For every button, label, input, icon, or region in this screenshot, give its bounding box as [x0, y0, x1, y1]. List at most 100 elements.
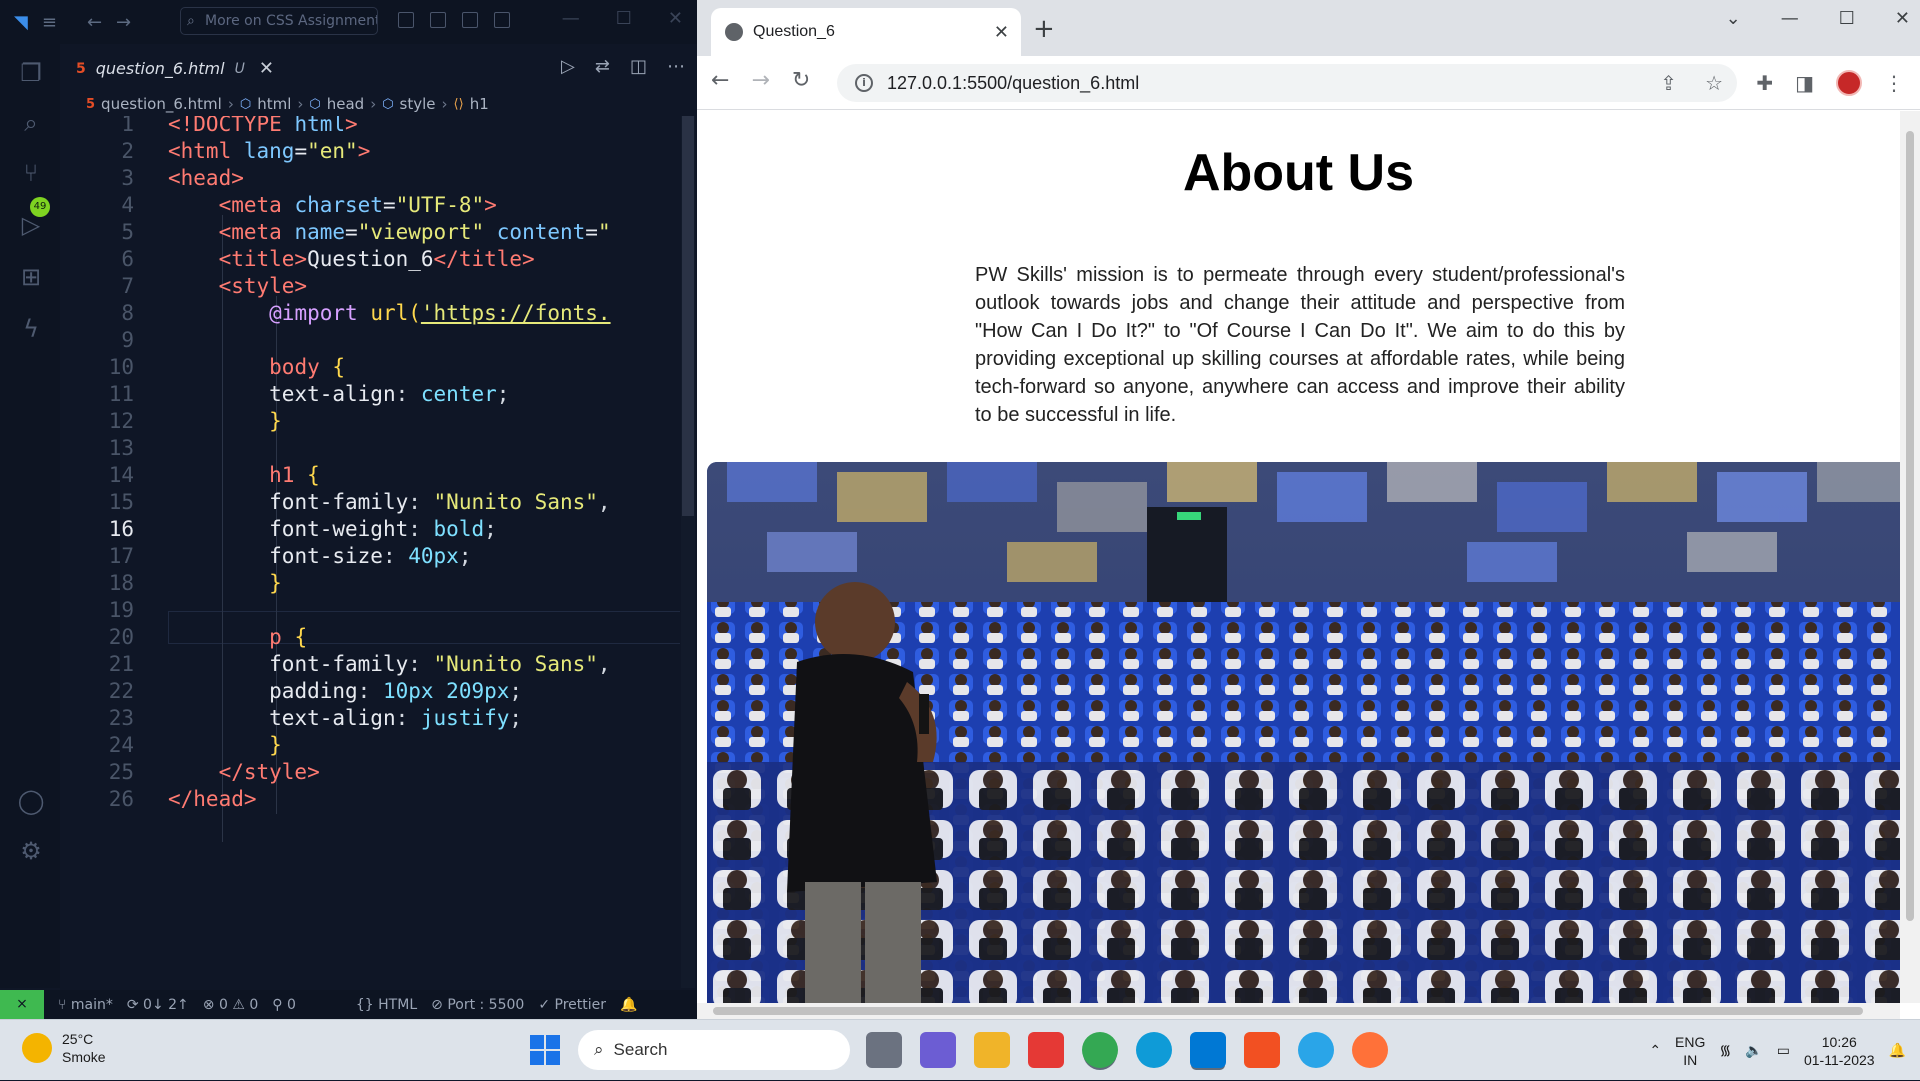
start-tile: [546, 1035, 560, 1049]
scrollbar-thumb[interactable]: [1906, 131, 1914, 921]
python-icon[interactable]: [1298, 1032, 1334, 1068]
notification-bell-icon[interactable]: 🔔: [1889, 1042, 1906, 1059]
weather-sun-icon: [22, 1033, 52, 1063]
explorer-icon[interactable]: ❐: [16, 58, 46, 88]
side-panel-icon[interactable]: ◨: [1795, 71, 1814, 95]
sync-status: 0↓ 2↑: [143, 996, 189, 1013]
more-actions-icon[interactable]: ⋯: [667, 56, 685, 77]
close-icon[interactable]: ✕: [668, 8, 683, 29]
branch-indicator[interactable]: ⑂ main*: [58, 997, 113, 1013]
code-editor[interactable]: 1 <!DOCTYPE html> 2 <html lang="en"> 3 <…: [60, 116, 680, 988]
chrome-window: Question_6 ✕ + ⌄ — ☐ ✕ ← → ↻ i 127.0.0.1…: [697, 0, 1920, 1019]
teams-chat-icon[interactable]: [920, 1032, 956, 1068]
tab-close-icon[interactable]: ✕: [259, 58, 274, 79]
scrollbar-thumb[interactable]: [682, 116, 694, 516]
close-icon[interactable]: ✕: [1895, 8, 1910, 29]
browser-tab[interactable]: Question_6 ✕: [711, 8, 1021, 56]
site-info-icon[interactable]: i: [855, 74, 873, 92]
breadcrumb-style[interactable]: style: [400, 95, 436, 113]
anydesk-icon[interactable]: [1028, 1032, 1064, 1068]
chevron-right-icon: ›: [441, 95, 448, 113]
clock[interactable]: 10:26 01-11-2023: [1804, 1033, 1875, 1069]
toggle-panel-icon[interactable]: [430, 12, 446, 28]
profile-avatar[interactable]: [1836, 70, 1862, 96]
compare-icon[interactable]: ⇄: [595, 56, 610, 77]
battery-icon[interactable]: ▭: [1777, 1042, 1790, 1059]
editor-tab[interactable]: 5 question_6.html U ✕: [60, 44, 274, 92]
language-mode[interactable]: {} HTML: [356, 997, 417, 1013]
close-tab-icon[interactable]: ✕: [994, 22, 1009, 43]
start-button-icon[interactable]: [530, 1035, 560, 1065]
problems-indicator[interactable]: ⊗ 0 ⚠ 0: [203, 997, 258, 1013]
lightning-icon[interactable]: ϟ: [16, 314, 46, 344]
minimize-icon[interactable]: —: [562, 8, 580, 29]
microsoft-store-icon[interactable]: [1244, 1032, 1280, 1068]
command-center-search[interactable]: ⌕ More on CSS Assignment: [180, 7, 378, 35]
account-icon[interactable]: ◯: [16, 786, 46, 816]
windows-taskbar: 25°C Smoke ⌕ Search ⌃ ENG IN ᯾ 🔈 ▭ 10:26…: [0, 1019, 1920, 1080]
new-tab-icon[interactable]: +: [1033, 14, 1055, 44]
activity-bar: ❐ ⌕ ⑂ 49 ▷ ⊞ ϟ ◯ ⚙: [0, 44, 60, 988]
notifications-bell-icon[interactable]: 🔔: [620, 997, 637, 1013]
language-indicator[interactable]: ENG IN: [1675, 1033, 1705, 1069]
menu-icon[interactable]: ≡: [42, 12, 57, 33]
extensions-puzzle-icon[interactable]: ✚: [1756, 71, 1773, 95]
page-heading: About Us: [1182, 144, 1415, 202]
editor-scrollbar[interactable]: [681, 116, 695, 988]
settings-gear-icon[interactable]: ⚙: [16, 836, 46, 866]
wifi-icon[interactable]: ᯾: [1719, 1041, 1731, 1060]
scrollbar-thumb[interactable]: [713, 1007, 1863, 1015]
chrome-icon[interactable]: [1082, 1032, 1118, 1068]
page-vertical-scrollbar[interactable]: [1900, 111, 1920, 1003]
run-icon[interactable]: ▷: [561, 56, 575, 77]
breadcrumb-h1[interactable]: h1: [470, 95, 489, 113]
vscode-window: ◥ ≡ ← → ⌕ More on CSS Assignment — ☐ ✕ ❐…: [0, 0, 697, 1019]
run-debug-icon[interactable]: ▷: [16, 210, 46, 240]
weather-widget[interactable]: 25°C Smoke: [22, 1030, 106, 1066]
browser-tab-strip: Question_6 ✕ + ⌄ — ☐ ✕: [697, 0, 1920, 56]
branch-name: main*: [70, 996, 113, 1013]
volume-icon[interactable]: 🔈: [1745, 1042, 1762, 1059]
edge-icon[interactable]: [1136, 1032, 1172, 1068]
breadcrumb-file[interactable]: question_6.html: [101, 95, 222, 113]
maximize-icon[interactable]: ☐: [1839, 8, 1855, 29]
back-arrow-icon[interactable]: ←: [87, 12, 102, 33]
breadcrumb-head[interactable]: head: [327, 95, 364, 113]
search-icon[interactable]: ⌕: [16, 108, 46, 138]
toggle-secondary-sidebar-icon[interactable]: [462, 12, 478, 28]
chevron-up-icon[interactable]: ⌃: [1649, 1042, 1661, 1059]
tab-search-chevron-icon[interactable]: ⌄: [1726, 8, 1741, 29]
breadcrumb-html[interactable]: html: [257, 95, 291, 113]
chevron-right-icon: ›: [227, 95, 234, 113]
back-arrow-icon[interactable]: ←: [711, 68, 729, 93]
minimize-icon[interactable]: —: [1781, 8, 1799, 29]
extensions-icon[interactable]: ⊞: [16, 262, 46, 292]
remote-indicator-icon[interactable]: ⨯: [0, 990, 44, 1019]
start-tile: [530, 1035, 544, 1049]
page-horizontal-scrollbar[interactable]: [697, 1003, 1900, 1019]
customize-layout-icon[interactable]: [494, 12, 510, 28]
file-explorer-icon[interactable]: [974, 1032, 1010, 1068]
chevron-right-icon: ›: [370, 95, 377, 113]
reload-icon[interactable]: ↻: [792, 68, 810, 93]
selector-icon: ⟨⟩: [453, 96, 464, 112]
more-menu-icon[interactable]: ⋮: [1884, 71, 1904, 95]
ports-indicator[interactable]: ⚲ 0: [272, 997, 296, 1013]
share-icon[interactable]: ⇪: [1660, 71, 1677, 95]
forward-arrow-icon[interactable]: →: [116, 12, 131, 33]
firefox-icon[interactable]: [1352, 1032, 1388, 1068]
vscode-icon[interactable]: [1190, 1032, 1226, 1068]
source-control-icon[interactable]: ⑂: [16, 158, 46, 188]
bookmark-star-icon[interactable]: ☆: [1705, 71, 1723, 95]
toggle-sidebar-icon[interactable]: [398, 12, 414, 28]
split-editor-icon[interactable]: ◫: [630, 56, 647, 77]
prettier-indicator[interactable]: ✓ Prettier: [538, 997, 606, 1013]
forward-arrow-icon[interactable]: →: [751, 68, 769, 93]
sync-indicator[interactable]: ⟳ 0↓ 2↑: [127, 997, 189, 1013]
maximize-icon[interactable]: ☐: [616, 8, 632, 29]
taskbar-search-box[interactable]: ⌕ Search: [578, 1030, 850, 1070]
auditorium-photo-graphic: [707, 462, 1900, 1003]
task-view-icon[interactable]: [866, 1032, 902, 1068]
address-bar[interactable]: i 127.0.0.1:5500/question_6.html ⇪ ☆: [837, 64, 1737, 102]
live-server-port[interactable]: ⊘ Port : 5500: [431, 997, 524, 1013]
